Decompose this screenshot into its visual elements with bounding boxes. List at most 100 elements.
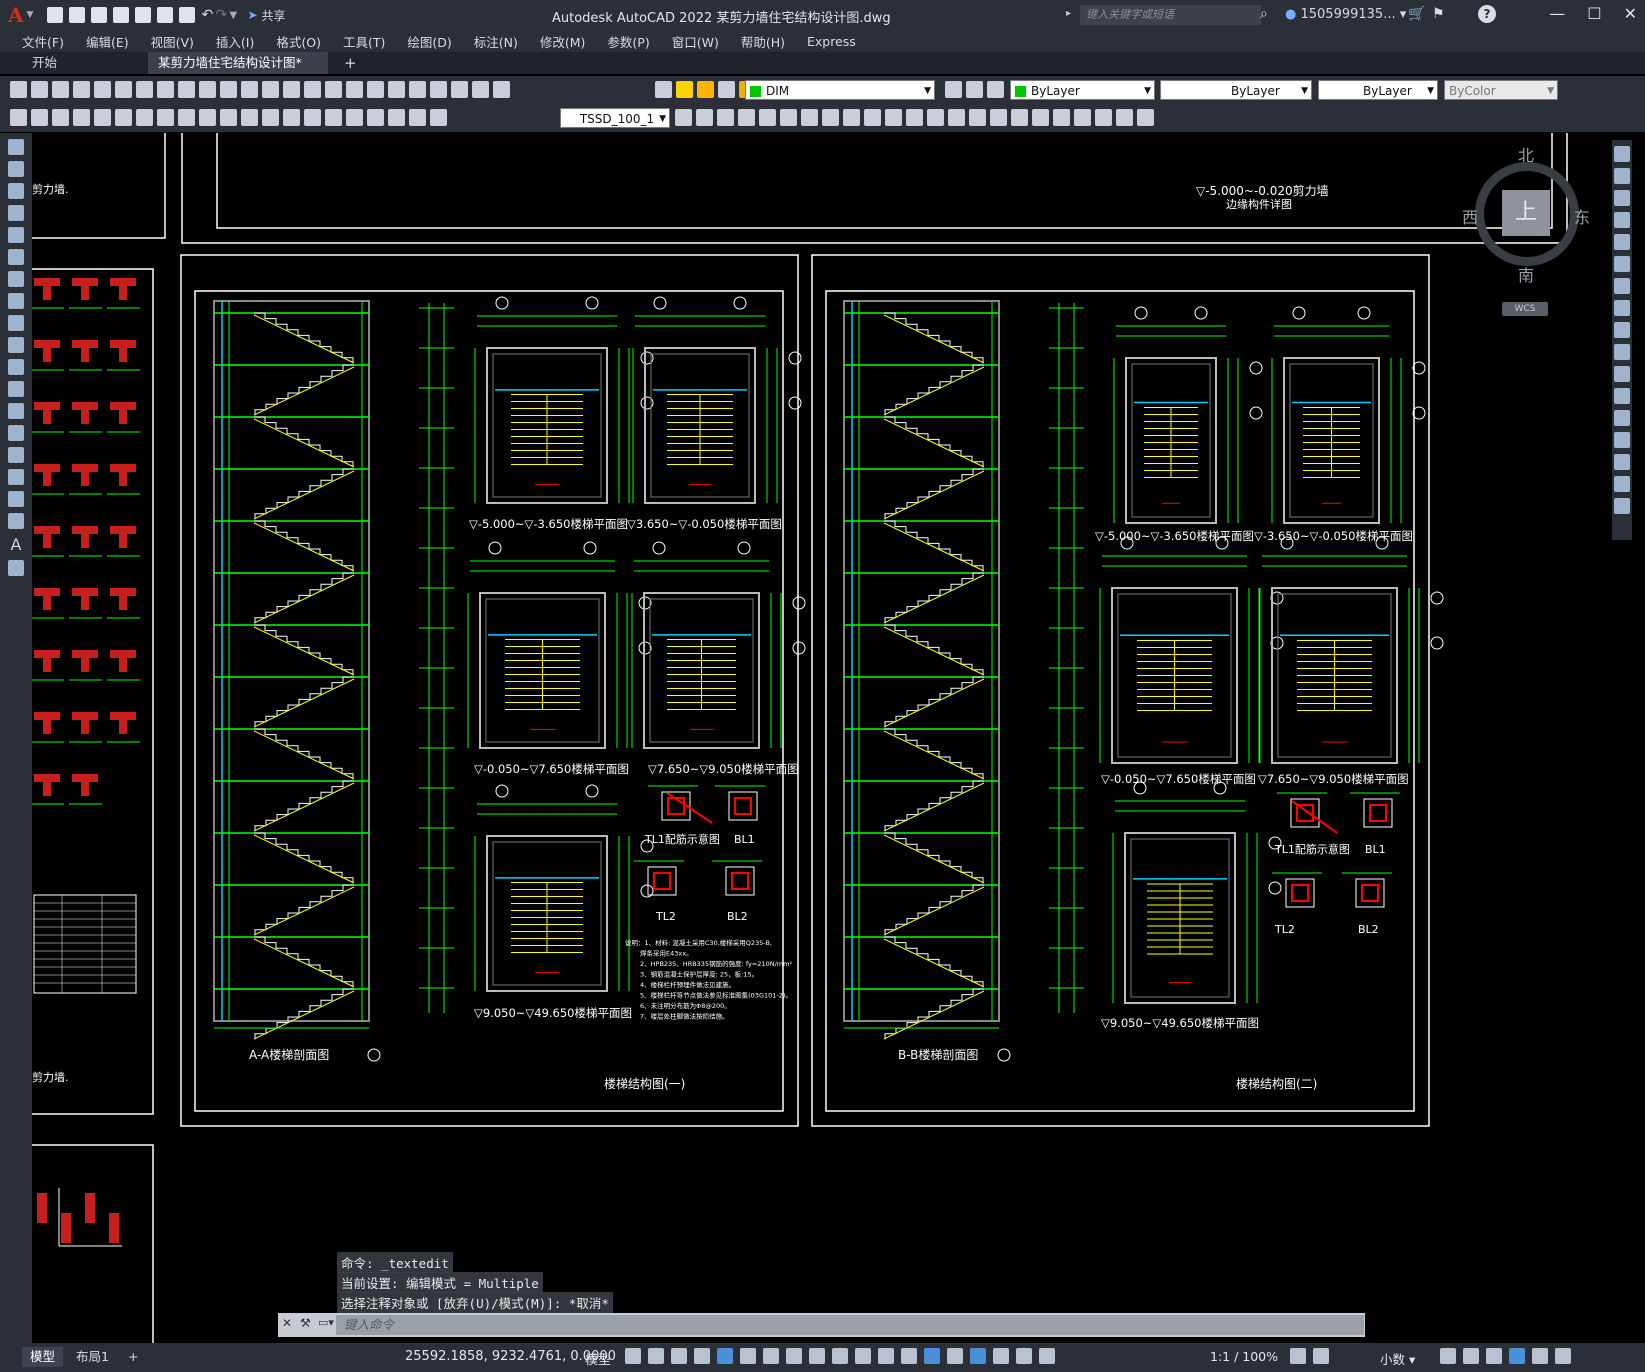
erase-icon[interactable] <box>1614 146 1630 162</box>
diameter-dim-icon[interactable] <box>136 109 153 126</box>
save-web-icon[interactable] <box>157 7 174 23</box>
cut-icon[interactable] <box>136 81 153 98</box>
menu-item-0[interactable]: 文件(F) <box>22 32 64 51</box>
insert-block-icon[interactable] <box>1095 109 1112 126</box>
undo-icon[interactable] <box>241 81 258 98</box>
polar-tracking-icon[interactable] <box>740 1348 756 1364</box>
menu-item-7[interactable]: 标注(N) <box>474 32 518 51</box>
layer-states-icon[interactable] <box>987 81 1004 98</box>
selection-filter-icon[interactable] <box>947 1348 963 1364</box>
quickcalc-icon[interactable] <box>472 81 489 98</box>
user-account[interactable]: ● 1505999135... ▾ <box>1285 7 1406 22</box>
extend-icon[interactable] <box>1614 366 1630 382</box>
rotate-icon[interactable] <box>1614 278 1630 294</box>
linetype-dropdown[interactable]: ByLayer ▼ <box>1160 80 1312 100</box>
autodesk-app-icon[interactable]: ⚑ <box>1432 6 1445 22</box>
undo-icon[interactable]: ↶ <box>201 7 213 23</box>
insert-block-icon[interactable] <box>8 381 24 397</box>
fillet-icon[interactable] <box>990 109 1007 126</box>
join-icon[interactable] <box>948 109 965 126</box>
dimstyle-dropdown[interactable]: TSSD_100_1 ▼ <box>560 108 670 128</box>
tab-start[interactable]: 开始 <box>22 52 67 74</box>
zoom-realtime-icon[interactable] <box>304 81 321 98</box>
join-icon[interactable] <box>1614 432 1630 448</box>
line-icon[interactable] <box>8 139 24 155</box>
open-web-icon[interactable] <box>135 7 152 23</box>
circle-icon[interactable] <box>8 271 24 287</box>
plotstyle-dropdown[interactable]: ByColor ▼ <box>1444 80 1558 100</box>
menu-item-5[interactable]: 工具(T) <box>343 32 385 51</box>
tool-palettes-icon[interactable] <box>409 81 426 98</box>
polyline-icon[interactable] <box>8 183 24 199</box>
offset-icon[interactable] <box>759 109 776 126</box>
isometric-icon[interactable] <box>763 1348 779 1364</box>
group-icon[interactable] <box>1053 109 1070 126</box>
customization-icon[interactable] <box>1555 1348 1571 1364</box>
block-editor-icon[interactable] <box>220 81 237 98</box>
open-icon[interactable] <box>69 7 86 23</box>
mirror-icon[interactable] <box>738 109 755 126</box>
object-snap-tracking-icon[interactable] <box>786 1348 802 1364</box>
menu-item-6[interactable]: 绘图(D) <box>407 32 451 51</box>
ordinate-dim-icon[interactable] <box>73 109 90 126</box>
search-icon[interactable]: ⌕ <box>1260 6 1268 22</box>
dim-space-icon[interactable] <box>241 109 258 126</box>
jogged-dim-icon[interactable] <box>115 109 132 126</box>
menu-item-9[interactable]: 参数(P) <box>607 32 649 51</box>
minimize-icon[interactable]: — <box>1549 4 1565 23</box>
save-as-icon[interactable] <box>113 7 130 23</box>
open-icon[interactable] <box>31 81 48 98</box>
scale-icon[interactable] <box>843 109 860 126</box>
tolerance-icon[interactable] <box>283 109 300 126</box>
chamfer-icon[interactable] <box>969 109 986 126</box>
transparency-icon[interactable] <box>855 1348 871 1364</box>
menu-item-4[interactable]: 格式(O) <box>276 32 321 51</box>
center-mark-icon[interactable] <box>304 109 321 126</box>
array-icon[interactable] <box>1614 234 1630 250</box>
dynamic-ucs-icon[interactable] <box>924 1348 940 1364</box>
design-center-icon[interactable] <box>388 81 405 98</box>
angular-dim-icon[interactable] <box>157 109 174 126</box>
annotation-visibility-icon[interactable] <box>993 1348 1009 1364</box>
model-space-toggle[interactable]: 模型 <box>585 1349 611 1368</box>
object-snap-icon[interactable] <box>809 1348 825 1364</box>
annotation-scale-icon[interactable] <box>1039 1348 1055 1364</box>
compass-north[interactable]: 北 <box>1518 142 1534 166</box>
ortho-icon[interactable] <box>717 1348 733 1364</box>
explode-icon[interactable] <box>1011 109 1028 126</box>
break-icon[interactable] <box>1614 410 1630 426</box>
customize-icon[interactable]: ⚒ <box>300 1316 311 1330</box>
search-expand-icon[interactable]: ▸ <box>1066 8 1071 19</box>
search-input[interactable]: 键入关键字或短语 <box>1080 5 1261 25</box>
tab-drawing[interactable]: 某剪力墙住宅结构设计图* ✕ <box>148 52 328 92</box>
save-icon[interactable] <box>91 7 108 23</box>
new-icon[interactable] <box>10 81 27 98</box>
copy-object-icon[interactable] <box>717 109 734 126</box>
hatch-icon[interactable] <box>8 447 24 463</box>
redo-icon[interactable] <box>262 81 279 98</box>
close-icon[interactable]: ✕ <box>1624 4 1637 23</box>
fillet-icon[interactable] <box>1614 476 1630 492</box>
erase-icon[interactable] <box>696 109 713 126</box>
layer-manager-icon[interactable] <box>655 81 672 98</box>
copy-icon[interactable] <box>157 81 174 98</box>
close-command-line-icon[interactable]: ✕ <box>282 1316 292 1330</box>
snap-icon[interactable] <box>648 1348 664 1364</box>
quick-properties-icon[interactable] <box>1440 1348 1456 1364</box>
help-icon[interactable] <box>493 81 510 98</box>
tab-layout1[interactable]: 布局1 <box>68 1347 117 1367</box>
jogged-linear-icon[interactable] <box>346 109 363 126</box>
revcloud-icon[interactable] <box>8 293 24 309</box>
dim-text-edit-icon[interactable] <box>388 109 405 126</box>
menu-item-2[interactable]: 视图(V) <box>151 32 194 51</box>
mtext-icon[interactable]: A <box>0 535 32 554</box>
viewcube-top-face[interactable]: 上 <box>1502 190 1550 236</box>
spline-icon[interactable] <box>8 315 24 331</box>
autocad-logo[interactable]: A <box>8 3 24 27</box>
lock-ui-icon[interactable] <box>1463 1348 1479 1364</box>
dim-style-manager-icon[interactable] <box>675 109 692 126</box>
compass-east[interactable]: 东 <box>1574 204 1590 228</box>
annotation-monitor-icon[interactable] <box>1313 1348 1329 1364</box>
compass-south[interactable]: 南 <box>1518 262 1534 286</box>
rectangle-icon[interactable] <box>8 227 24 243</box>
